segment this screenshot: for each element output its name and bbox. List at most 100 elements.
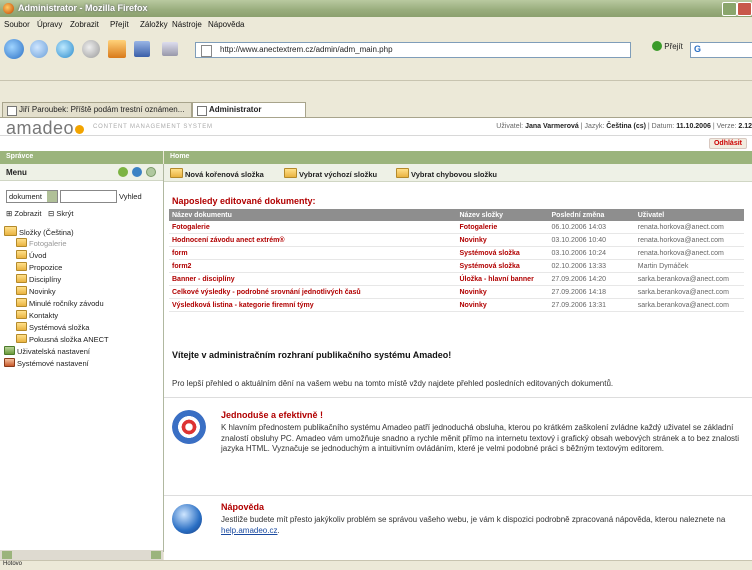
document-link[interactable]: form: [169, 246, 457, 260]
tab-label: Administrator: [209, 105, 262, 114]
target-icon: [172, 410, 206, 444]
search-button[interactable]: Vyhled: [119, 192, 142, 201]
menu-soubor[interactable]: Soubor: [4, 20, 30, 29]
document-link[interactable]: Fotogalerie: [169, 221, 457, 234]
collapse-all-link[interactable]: ⊟ Skrýt: [48, 209, 73, 218]
tree-item-propozice[interactable]: Propozice: [16, 262, 62, 272]
tree-item-novinky[interactable]: Novinky: [16, 286, 56, 296]
table-row[interactable]: Fotogalerie Fotogalerie 06.10.2006 14:03 re…: [169, 221, 744, 234]
version: 2.12: [738, 123, 752, 130]
tree-item-kontakty[interactable]: Kontakty: [16, 310, 58, 320]
right-section-header: Home: [164, 151, 752, 164]
menu-upravy[interactable]: Úpravy: [37, 20, 62, 29]
table-row[interactable]: Banner - disciplíny Úložka - hlavní banne…: [169, 272, 744, 286]
tree-root-folders[interactable]: Složky (Čeština): [4, 226, 74, 237]
navigation-toolbar: http://www.anectextrem.cz/admin/adm_main…: [0, 34, 752, 81]
col-document-name[interactable]: Název dokumentu: [169, 209, 457, 221]
close-button[interactable]: [737, 2, 752, 16]
forward-icon[interactable]: [30, 40, 48, 58]
col-folder-name[interactable]: Název složky: [456, 209, 549, 221]
menu-napoveda[interactable]: Nápověda: [208, 20, 244, 29]
help-globe-icon: [172, 504, 202, 534]
folder-cell[interactable]: Novinky: [456, 233, 549, 247]
date-cell: 27.09.2006 13:31: [548, 298, 635, 312]
select-error-folder-button[interactable]: Vybrat chybovou složku: [396, 168, 497, 179]
app-header: amadeo CONTENT MANAGEMENT SYSTEM Uživate…: [0, 118, 752, 138]
tree-item-fotogalerie[interactable]: Fotogalerie: [16, 238, 67, 248]
tab-paroubek[interactable]: Jiří Paroubek: Příště podám trestní ozná…: [2, 102, 192, 117]
section-simple-title: Jednoduše a efektivně !: [221, 410, 324, 420]
tree-item-pokusna-slozka[interactable]: Pokusná složka ANECT: [16, 334, 109, 344]
tree-item-uvod[interactable]: Úvod: [16, 250, 47, 260]
minimize-button[interactable]: [722, 2, 737, 16]
reload-icon[interactable]: [56, 40, 74, 58]
date-cell: 03.10.2006 10:40: [548, 233, 635, 247]
recent-documents-title: Naposledy editované dokumenty:: [172, 196, 316, 206]
horizontal-scrollbar[interactable]: [0, 550, 163, 560]
document-link[interactable]: Celkové výsledky - podrobné srovnání jed…: [169, 285, 457, 299]
tree-item-systemove-nastaveni[interactable]: Systémové nastavení: [4, 358, 89, 368]
tree-item-uzivatelska-nastaveni[interactable]: Uživatelská nastavení: [4, 346, 90, 356]
folder-cell[interactable]: Novinky: [456, 298, 549, 312]
table-row[interactable]: form2 Systémová složka 02.10.2006 13:33 Mar…: [169, 259, 744, 273]
col-last-change[interactable]: Poslední změna: [548, 209, 635, 221]
document-link[interactable]: Banner - disciplíny: [169, 272, 457, 286]
tree-item-discipliny[interactable]: Disciplíny: [16, 274, 61, 284]
expand-all-link[interactable]: ⊞ Zobrazit: [6, 209, 41, 218]
tree-item-systemova-slozka[interactable]: Systémová složka: [16, 322, 89, 332]
folder-cell[interactable]: Systémová složka: [456, 259, 549, 273]
google-icon: G: [694, 44, 702, 54]
welcome-heading: Vítejte v administračním rozhraní publik…: [172, 350, 452, 360]
stop-icon[interactable]: [82, 40, 100, 58]
menu-nastroje[interactable]: Nástroje: [172, 20, 202, 29]
print-icon[interactable]: [162, 42, 178, 56]
go-label: Přejít: [664, 42, 683, 51]
go-button[interactable]: Přejít: [652, 41, 683, 51]
logout-button[interactable]: Odhlásit: [708, 138, 747, 149]
menu-header: Menu: [0, 164, 163, 181]
document-link[interactable]: Výsledková listina - kategorie firemní t…: [169, 298, 457, 312]
select-default-folder-button[interactable]: Vybrat výchozí složku: [284, 168, 377, 179]
date: 11.10.2006: [676, 123, 711, 130]
document-type-select[interactable]: dokument: [6, 190, 58, 203]
folder-icon: [170, 168, 183, 178]
document-link[interactable]: form2: [169, 259, 457, 273]
home-icon[interactable]: [108, 40, 126, 58]
page-icon: [7, 106, 17, 116]
folder-cell[interactable]: Úložka - hlavní banner: [456, 272, 549, 286]
folder-cell[interactable]: Systémová složka: [456, 246, 549, 260]
divider: [164, 397, 752, 398]
scroll-left-icon[interactable]: [2, 551, 12, 559]
user-cell: sarka.berankova@anect.com: [634, 285, 744, 299]
col-user[interactable]: Uživatel: [634, 209, 744, 221]
table-row[interactable]: form Systémová složka 03.10.2006 10:24 rena…: [169, 246, 744, 260]
date-cell: 02.10.2006 13:33: [548, 259, 635, 273]
refresh-icon[interactable]: [118, 167, 128, 177]
chevron-down-icon: [47, 191, 57, 202]
address-bar[interactable]: http://www.anectextrem.cz/admin/adm_main…: [195, 42, 631, 58]
folder-cell[interactable]: Novinky: [456, 285, 549, 299]
menu-prejit[interactable]: Přejít: [110, 20, 129, 29]
folder-cell[interactable]: Fotogalerie: [456, 221, 549, 234]
document-link[interactable]: Hodnocení závodu anect extrém®: [169, 233, 457, 247]
table-row[interactable]: Hodnocení závodu anect extrém® Novinky 03.…: [169, 233, 744, 247]
url-text: http://www.anectextrem.cz/admin/adm_main…: [220, 45, 393, 54]
left-section-header: Správce: [0, 151, 163, 164]
bookmarks-icon[interactable]: [134, 41, 150, 57]
table-row[interactable]: Celkové výsledky - podrobné srovnání jed…: [169, 285, 744, 299]
menu-zalozky[interactable]: Záložky: [140, 20, 168, 29]
scroll-right-icon[interactable]: [151, 551, 161, 559]
tab-administrator[interactable]: Administrator: [192, 102, 306, 117]
help-link[interactable]: help.amadeo.cz: [221, 526, 277, 535]
search-input[interactable]: [60, 190, 117, 203]
search-input[interactable]: G: [690, 42, 752, 58]
settings-icon[interactable]: [132, 167, 142, 177]
menu-zobrazit[interactable]: Zobrazit: [70, 20, 99, 29]
add-icon[interactable]: [146, 167, 156, 177]
new-root-folder-button[interactable]: Nová kořenová složka: [170, 168, 264, 179]
table-header-row: Název dokumentu Název složky Poslední zm…: [169, 209, 744, 221]
back-icon[interactable]: [4, 39, 24, 59]
tree-item-minule-rocniky[interactable]: Minulé ročníky závodu: [16, 298, 104, 308]
folder-icon: [396, 168, 409, 178]
table-row[interactable]: Výsledková listina - kategorie firemní t…: [169, 298, 744, 312]
